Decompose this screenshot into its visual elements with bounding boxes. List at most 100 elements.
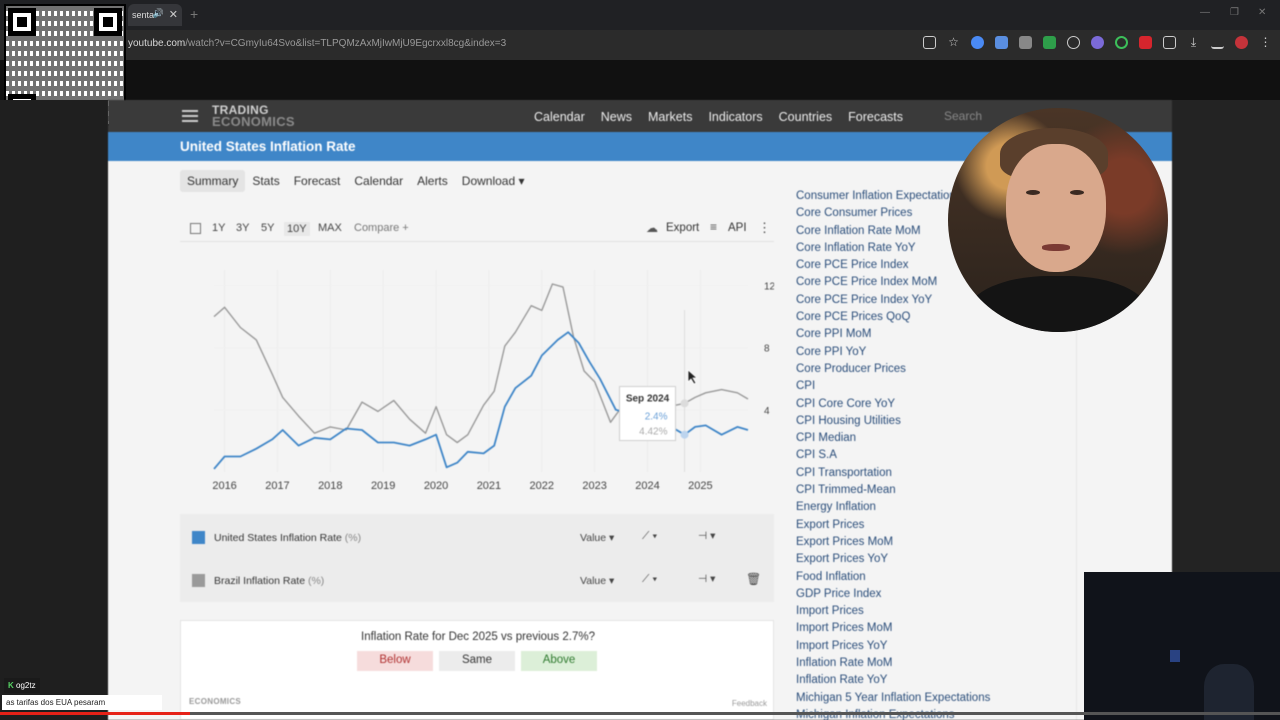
range-10y[interactable]: 10Y [284,222,310,236]
cloud-download-icon[interactable]: ☁ [646,221,658,235]
indicator-link[interactable]: CPI S.A [796,447,1096,464]
tab-download[interactable]: Download ▾ [455,170,532,192]
value-dropdown-us[interactable]: Value ▾ [580,532,614,544]
speaker-icon[interactable]: 🔊 [153,8,164,19]
video-progress-bar[interactable] [0,712,1280,715]
browser-tab[interactable]: senta 🔊 ✕ [128,4,182,26]
indicator-link[interactable]: GDP Price Index [796,586,1096,603]
minimize-icon[interactable]: — [1200,7,1210,18]
poll-above-button[interactable]: Above [521,651,597,671]
extension-volume-icon[interactable] [1067,36,1080,49]
indicator-link[interactable]: Core PPI YoY [796,344,1096,361]
indicator-link[interactable]: Energy Inflation [796,499,1096,516]
close-tab-icon[interactable]: ✕ [169,8,178,21]
indicator-link[interactable]: Food Inflation [796,569,1096,586]
legend-swatch-us [192,531,205,544]
tooltip-point-us [680,430,689,439]
search-input[interactable]: Search [944,109,982,123]
hamburger-menu-icon[interactable] [182,110,198,122]
range-3y[interactable]: 3Y [236,222,249,234]
nav-indicators[interactable]: Indicators [708,110,762,124]
range-5y[interactable]: 5Y [261,222,274,234]
inflation-chart[interactable]: 2016 2017 2018 2019 2020 2021 2022 2023 2024 2025… [180,250,774,510]
tooltip-point-brazil [680,399,689,408]
indicator-link[interactable]: CPI Housing Utilities [796,413,1096,430]
more-options-icon[interactable]: ⋮ [758,220,771,236]
bookmark-star-icon[interactable]: ☆ [947,36,960,49]
browser-menu-icon[interactable]: ⋮ [1259,36,1272,49]
extension-y-icon[interactable] [1139,36,1152,49]
extension-icons: ☆ ⤓ ⋮ [923,36,1272,49]
legend-name-brazil: Brazil Inflation Rate [214,575,306,587]
tab-forecast[interactable]: Forecast [287,170,348,192]
youtube-header-blurred [0,60,1280,100]
restore-icon[interactable]: ❐ [1230,7,1239,18]
chat-username: K og2tz [4,678,40,693]
nav-markets[interactable]: Markets [648,110,692,124]
legend-unit-us: (%) [344,532,362,544]
indicator-link[interactable]: Core Producer Prices [796,361,1096,378]
poll-same-button[interactable]: Same [439,651,515,671]
media-icon[interactable] [1211,36,1224,49]
api-button[interactable]: API [728,222,747,234]
x-tick-label: 2016 [212,480,236,492]
axis-icon-brazil[interactable]: ⊣ ▾ [698,573,715,585]
nav-countries[interactable]: Countries [779,110,833,124]
calendar-icon[interactable] [190,223,201,234]
y-tick-label: 8 [764,344,770,355]
indicator-link[interactable]: CPI Core Core YoY [796,396,1096,413]
extension-counter-icon[interactable] [1043,36,1056,49]
new-tab-button[interactable]: + [190,6,198,22]
nav-forecasts[interactable]: Forecasts [848,110,903,124]
database-icon[interactable]: ≡ [710,220,717,234]
download-icon[interactable]: ⤓ [1187,36,1200,49]
value-dropdown-brazil[interactable]: Value ▾ [580,575,614,587]
tooltip-date: Sep 2024 [626,394,670,405]
window-close-icon[interactable]: ✕ [1258,7,1266,18]
indicator-link[interactable]: Export Prices MoM [796,534,1096,551]
indicator-link[interactable]: CPI Trimmed-Mean [796,482,1096,499]
x-tick-label: 2022 [530,480,554,492]
feedback-link[interactable]: Feedback [732,699,767,708]
poll-below-button[interactable]: Below [357,651,433,671]
tab-calendar[interactable]: Calendar [347,170,410,192]
nav-news[interactable]: News [601,110,632,124]
sub-tabs: Summary Stats Forecast Calendar Alerts D… [180,170,532,192]
x-tick-label: 2020 [424,480,448,492]
nav-calendar[interactable]: Calendar [534,110,585,124]
extension-refresh-icon[interactable] [1115,36,1128,49]
extension-box-icon[interactable] [1019,36,1032,49]
x-tick-label: 2021 [477,480,501,492]
tab-summary[interactable]: Summary [180,170,246,192]
indicator-link[interactable]: CPI [796,378,1096,395]
x-tick-label: 2023 [582,480,606,492]
extension-cloud-icon[interactable] [1091,36,1104,49]
tab-stats[interactable]: Stats [245,170,286,192]
chart-type-icon-us[interactable]: ⟋ ▾ [642,530,657,543]
indicator-link[interactable]: Export Prices [796,517,1096,534]
compare-input[interactable]: Compare + [354,222,409,234]
axis-icon-us[interactable]: ⊣ ▾ [698,530,715,542]
indicator-link[interactable]: CPI Median [796,430,1096,447]
indicator-link[interactable]: Export Prices YoY [796,551,1096,568]
profile-icon[interactable] [1235,36,1248,49]
range-max[interactable]: MAX [318,222,342,234]
indicator-link[interactable]: Michigan 5 Year Inflation Expectations [796,690,1096,707]
indicator-link[interactable]: Import Prices YoY [796,638,1096,655]
tab-alerts[interactable]: Alerts [410,170,455,192]
chart-type-icon-brazil[interactable]: ⟋ ▾ [642,573,657,586]
indicator-link[interactable]: Import Prices [796,603,1096,620]
extensions-puzzle-icon[interactable] [1163,36,1176,49]
trash-icon[interactable]: 🗑 [746,572,761,586]
site-logo[interactable]: TRADING ECONOMICS [212,104,295,128]
url-field[interactable]: youtube.com/watch?v=CGmyIu64Svo&list=TLP… [128,38,506,49]
indicator-link[interactable]: Inflation Rate YoY [796,672,1096,689]
indicator-link[interactable]: Inflation Rate MoM [796,655,1096,672]
range-1y[interactable]: 1Y [212,222,225,234]
indicator-link[interactable]: Import Prices MoM [796,620,1096,637]
extension-translate-icon[interactable] [995,36,1008,49]
indicator-link[interactable]: CPI Transportation [796,465,1096,482]
extension-globe-icon[interactable] [971,36,984,49]
export-button[interactable]: Export [666,222,699,234]
install-app-icon[interactable] [923,36,936,49]
